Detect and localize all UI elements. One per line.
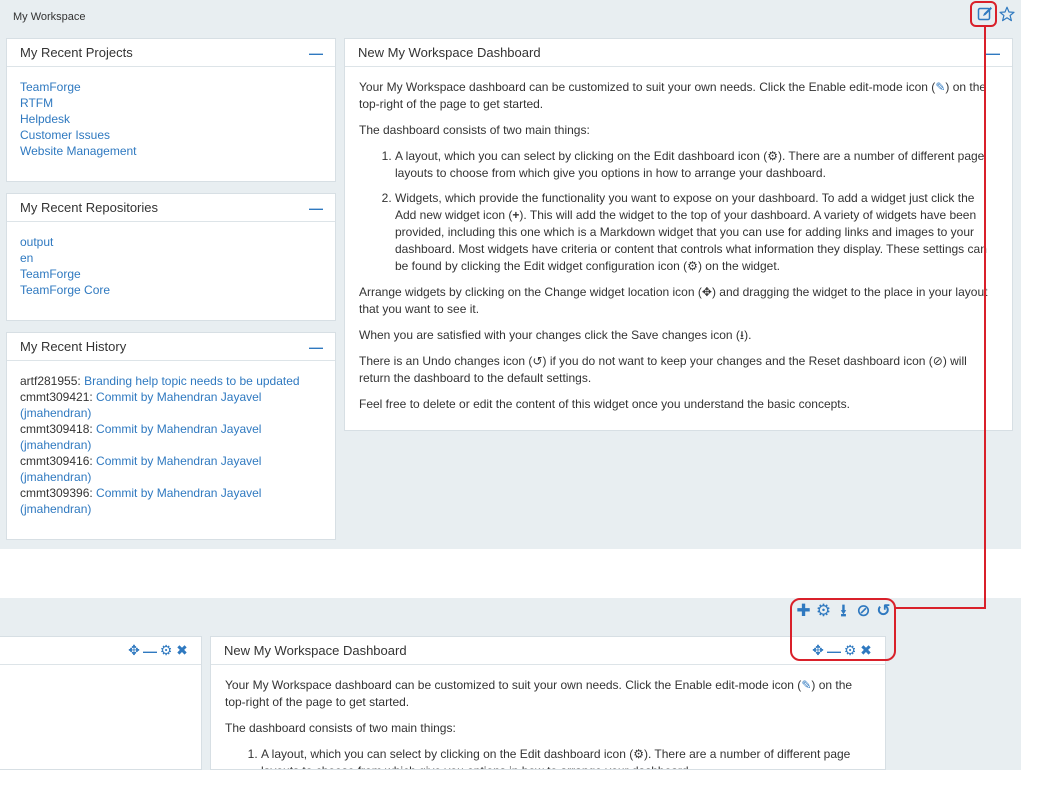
edit-left-widget: ✥ — ⚙ ✖ <box>0 636 202 770</box>
list-item: cmmt309396: Commit by Mahendran Jayavel(… <box>20 486 262 516</box>
recent-repositories-list: output en TeamForge TeamForge Core <box>7 222 335 310</box>
list-item: cmmt309421: Commit by Mahendran Jayavel(… <box>20 390 262 420</box>
history-link[interactable]: Commit by Mahendran Jayavel <box>96 390 261 404</box>
recent-projects-panel: My Recent Projects — TeamForge RTFM Help… <box>6 38 336 182</box>
list-item[interactable]: en <box>20 250 322 266</box>
move-icon: ✥ <box>701 285 712 299</box>
widget-controls: ✥ — ⚙ ✖ <box>127 642 189 659</box>
reset-icon: ⊘ <box>932 354 943 368</box>
panel-header: My Recent Projects — <box>7 39 335 67</box>
history-link-user[interactable]: (jmahendran) <box>20 470 91 484</box>
history-link[interactable]: Commit by Mahendran Jayavel <box>96 486 261 500</box>
minimize-icon[interactable]: — <box>986 46 1000 60</box>
list-item[interactable]: Customer Issues <box>20 127 322 143</box>
list-item: cmmt309418: Commit by Mahendran Jayavel(… <box>20 422 262 452</box>
callout-line <box>895 607 986 609</box>
list-item[interactable]: TeamForge <box>20 266 322 282</box>
close-icon[interactable]: ✖ <box>175 642 189 659</box>
undo-icon: ↺ <box>532 354 543 368</box>
panel-header: My Recent Repositories — <box>7 194 335 222</box>
highlight-box-edit-mode <box>970 1 997 27</box>
edit-mode-icon: ✎ <box>935 80 946 94</box>
recent-repositories-panel: My Recent Repositories — output en TeamF… <box>6 193 336 321</box>
dashboard-content: Your My Workspace dashboard can be custo… <box>211 665 885 769</box>
panel-header: ✥ — ⚙ ✖ <box>0 637 201 665</box>
panel-title: My Recent Repositories <box>20 200 158 215</box>
panel-header: New My Workspace Dashboard — <box>345 39 1012 67</box>
recent-history-list: artf281955: Branding help topic needs to… <box>7 361 335 529</box>
history-link[interactable]: Branding help topic needs to be updated <box>84 374 300 388</box>
history-link-user[interactable]: (jmahendran) <box>20 406 91 420</box>
list-item[interactable]: TeamForge <box>20 79 322 95</box>
minimize-icon[interactable]: — <box>309 46 323 60</box>
minimize-icon[interactable]: — <box>309 201 323 215</box>
history-link-user[interactable]: (jmahendran) <box>20 438 91 452</box>
list-item[interactable]: RTFM <box>20 95 322 111</box>
star-icon[interactable] <box>997 4 1017 24</box>
gear-icon: ⚙ <box>687 259 698 273</box>
history-link-user[interactable]: (jmahendran) <box>20 502 91 516</box>
history-link[interactable]: Commit by Mahendran Jayavel <box>96 454 261 468</box>
panel-header: New My Workspace Dashboard ✥ — ⚙ ✖ <box>211 637 885 665</box>
panel-title: My Recent History <box>20 339 127 354</box>
gear-icon: ⚙ <box>767 149 778 163</box>
dashboard-content: Your My Workspace dashboard can be custo… <box>345 67 1012 434</box>
callout-line <box>984 27 986 609</box>
panel-header: My Recent History — <box>7 333 335 361</box>
configure-icon[interactable]: ⚙ <box>159 642 173 659</box>
recent-projects-list: TeamForge RTFM Helpdesk Customer Issues … <box>7 67 335 171</box>
list-item[interactable]: Website Management <box>20 143 322 159</box>
minimize-icon[interactable]: — <box>309 340 323 354</box>
highlight-box-edit-tools <box>790 598 896 661</box>
panel-title: New My Workspace Dashboard <box>224 643 407 658</box>
gear-icon: ⚙ <box>633 747 644 761</box>
list-item: cmmt309416: Commit by Mahendran Jayavel(… <box>20 454 262 484</box>
list-item[interactable]: output <box>20 234 322 250</box>
panel-title: My Recent Projects <box>20 45 133 60</box>
move-icon[interactable]: ✥ <box>127 642 141 659</box>
dashboard-widget: New My Workspace Dashboard — Your My Wor… <box>344 38 1013 431</box>
history-link[interactable]: Commit by Mahendran Jayavel <box>96 422 261 436</box>
edit-dashboard-widget: New My Workspace Dashboard ✥ — ⚙ ✖ Your … <box>210 636 886 770</box>
page-title: My Workspace <box>13 11 86 23</box>
list-item[interactable]: Helpdesk <box>20 111 322 127</box>
minimize-icon[interactable]: — <box>143 643 157 659</box>
edit-mode-icon: ✎ <box>801 678 812 692</box>
recent-history-panel: My Recent History — artf281955: Branding… <box>6 332 336 540</box>
list-item[interactable]: TeamForge Core <box>20 282 322 298</box>
dashboard-list: A layout, which you can select by clicki… <box>395 148 998 275</box>
panel-title: New My Workspace Dashboard <box>358 45 541 60</box>
list-item: artf281955: Branding help topic needs to… <box>20 374 300 388</box>
